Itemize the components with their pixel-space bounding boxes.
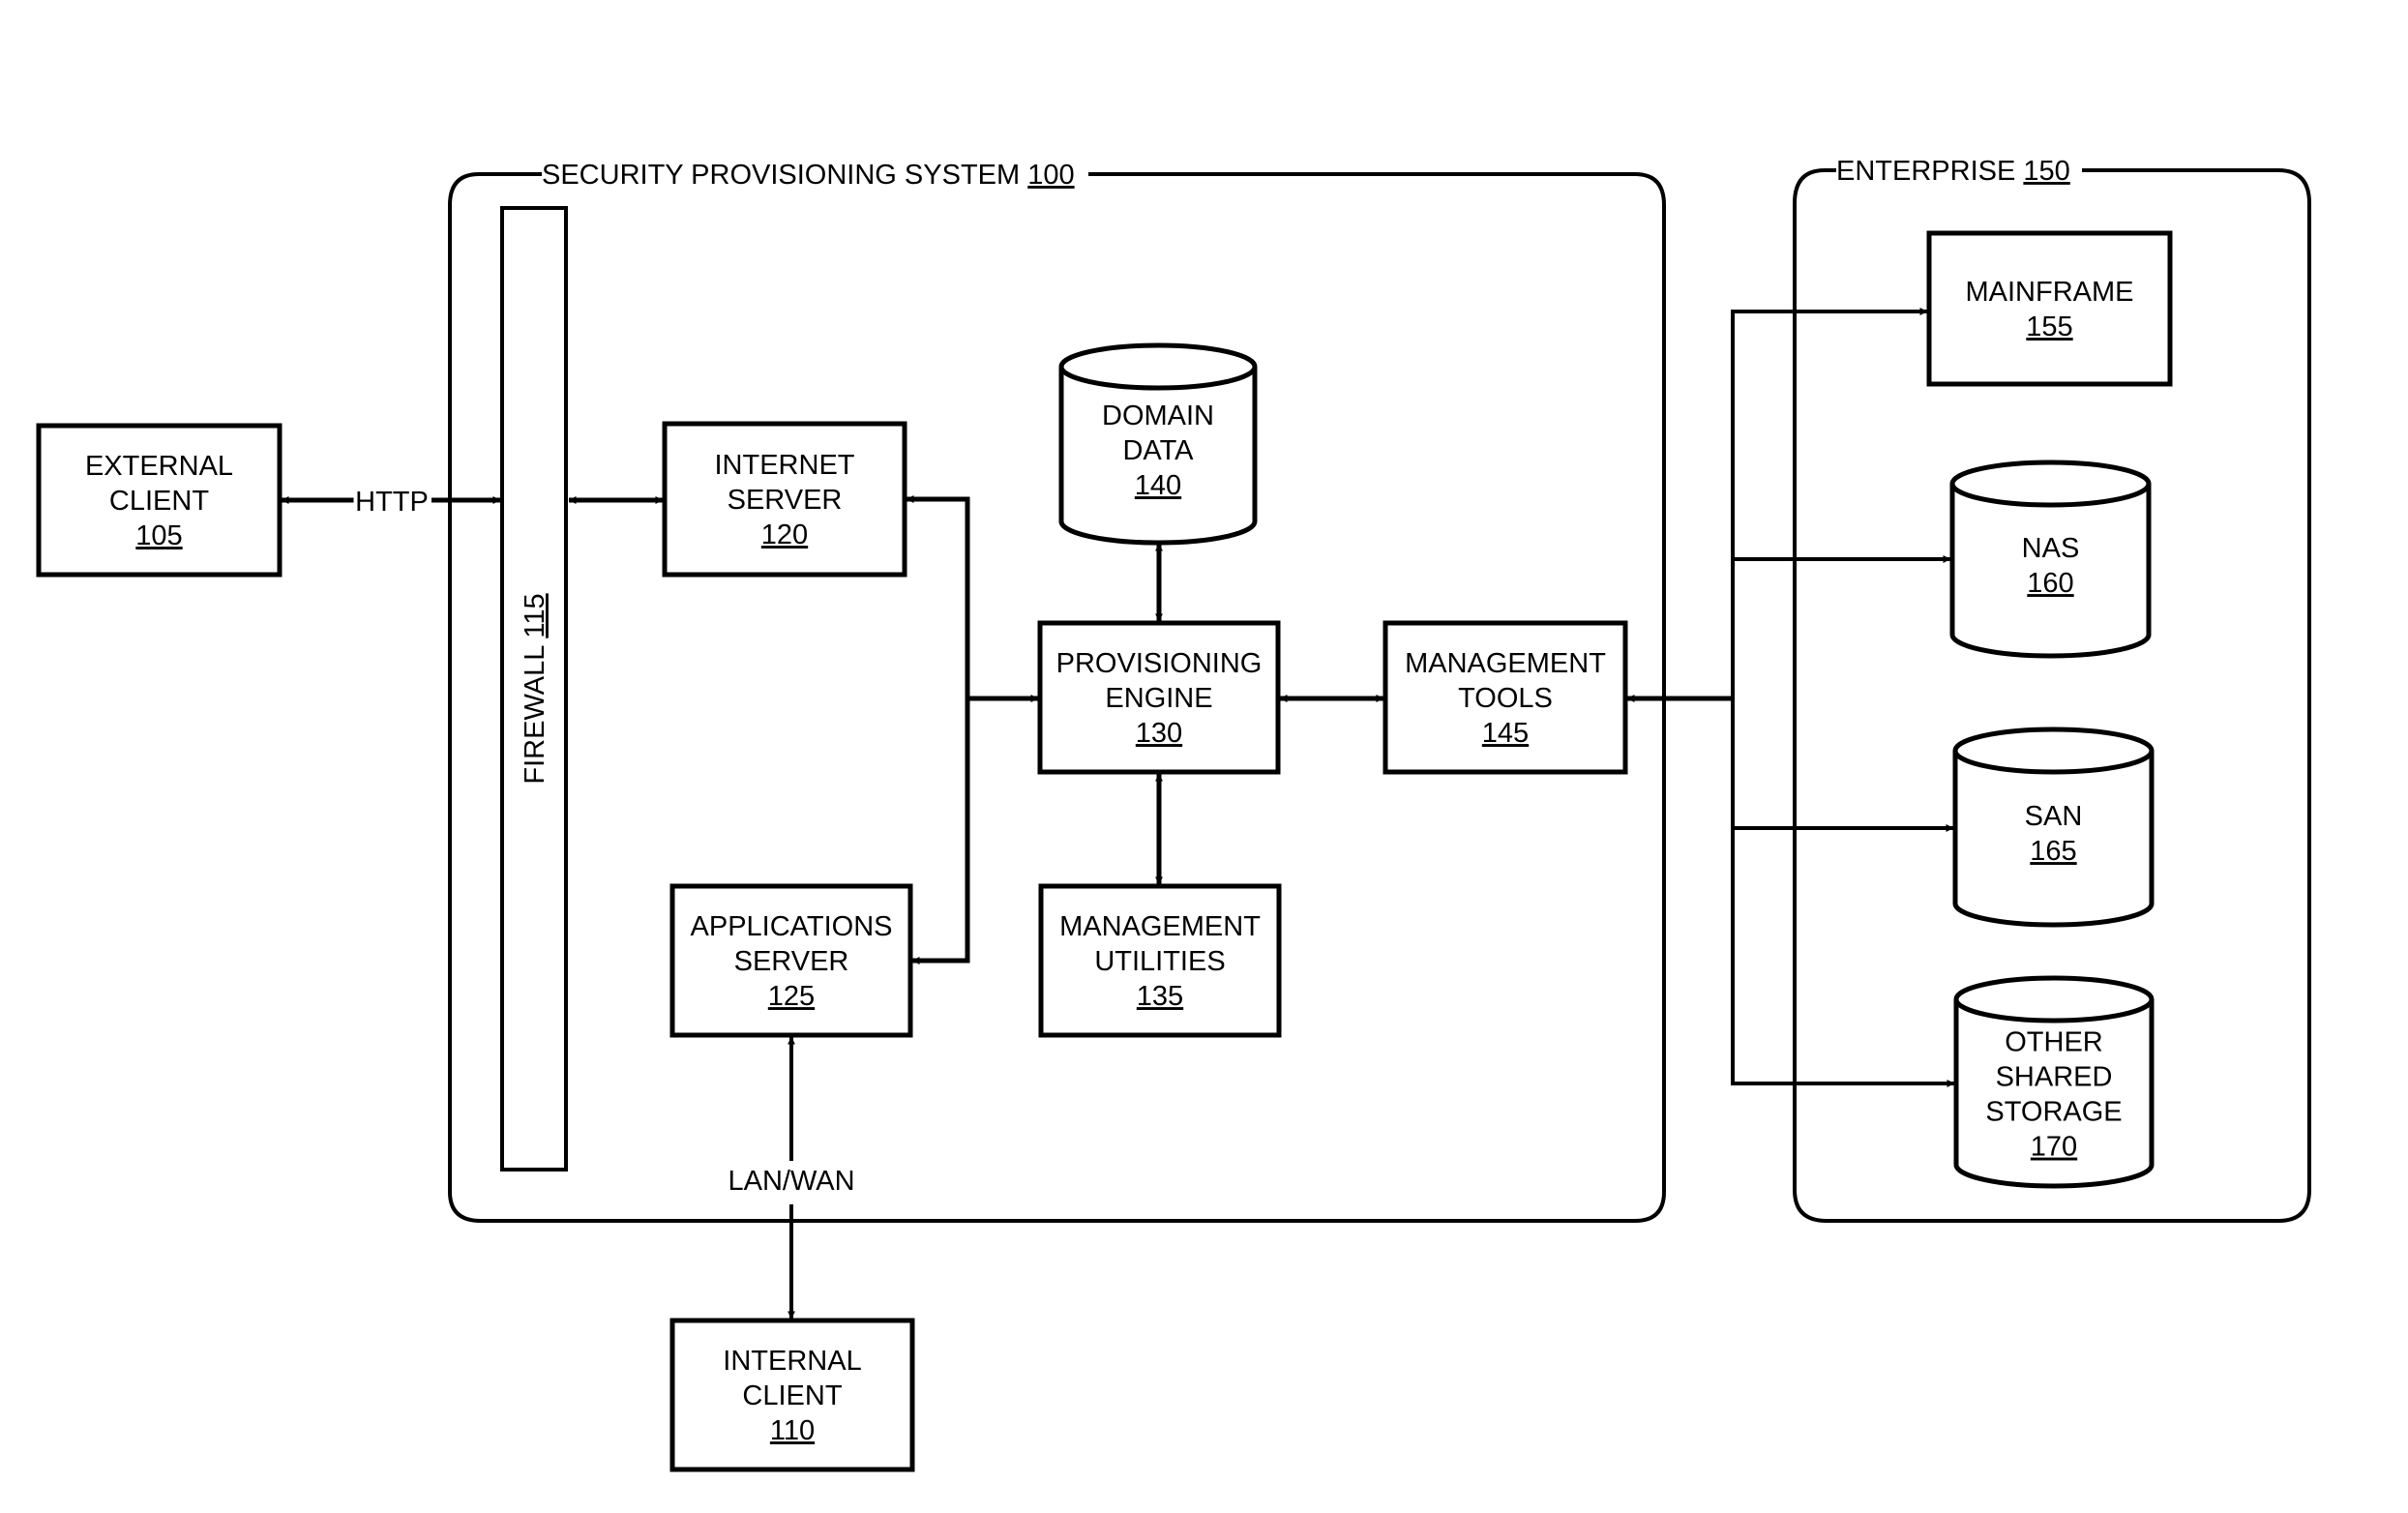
san-label-line: SAN xyxy=(2025,801,2083,832)
domain-data-label-line: DATA xyxy=(1122,435,1194,466)
edge-bus-internet-server xyxy=(906,495,970,698)
provisioning-engine-label-line: PROVISIONING xyxy=(1056,648,1263,679)
external-client-label-line: CLIENT xyxy=(109,486,209,517)
enterprise-bus xyxy=(1731,308,1955,1087)
mainframe-155[interactable]: MAINFRAME 155 xyxy=(1926,230,2173,387)
other-shared-storage-ref: 170 xyxy=(2031,1132,2077,1163)
firewall-label: FIREWALL 115 xyxy=(520,593,550,784)
http-label: HTTP xyxy=(355,487,429,518)
internal-client-110[interactable]: INTERNALCLIENT 110 xyxy=(669,1318,915,1472)
external-client-ref: 105 xyxy=(135,520,182,551)
management-tools-label-line: TOOLS xyxy=(1458,683,1553,714)
internal-client-label-line: CLIENT xyxy=(742,1380,842,1411)
other-shared-storage-label-line: STORAGE xyxy=(1985,1097,2122,1128)
domain-data-140-cylinder[interactable]: DOMAIN DATA 140 xyxy=(1058,342,1258,546)
enterprise-ref: 150 xyxy=(2023,156,2069,187)
provisioning-engine-label-line: ENGINE xyxy=(1105,683,1212,714)
provisioning-engine-130[interactable]: PROVISIONING ENGINE 130 xyxy=(1037,620,1281,775)
edge-bus-applications-server xyxy=(911,698,970,964)
nas-label-line: NAS xyxy=(2022,533,2080,564)
management-utilities-ref: 135 xyxy=(1137,981,1183,1012)
box-outline xyxy=(1926,230,2173,387)
applications-server-ref: 125 xyxy=(768,981,815,1012)
internet-server-120[interactable]: INTERNET SERVER120 xyxy=(662,421,907,578)
nas-160-cylinder[interactable]: NAS 160 xyxy=(1949,460,2152,659)
security-provisioning-system-label: SECURITY PROVISIONING SYSTEM 100 xyxy=(542,160,1075,191)
provisioning-engine-ref: 130 xyxy=(1136,718,1182,749)
nas-ref: 160 xyxy=(2027,568,2073,599)
external-client-105[interactable]: EXTERNAL CLIENT105 xyxy=(36,423,282,578)
other-shared-storage-label-line: SHARED xyxy=(1996,1062,2113,1093)
management-utilities-135[interactable]: MANAGEMENT UTILITIES 135 xyxy=(1038,883,1282,1038)
security-provisioning-system-ref: 100 xyxy=(1027,160,1074,191)
enterprise-label: ENTERPRISE 150 xyxy=(1836,156,2070,187)
lan-wan-label: LAN/WAN xyxy=(728,1166,854,1197)
firewall-115[interactable]: FIREWALL 115 xyxy=(500,206,568,1172)
domain-data-label-line: DOMAIN xyxy=(1102,400,1214,431)
security-provisioning-diagram: SECURITY PROVISIONING SYSTEM 100 ENTERPR… xyxy=(36,156,2311,1472)
other-shared-storage-label-line: OTHER xyxy=(2005,1027,2103,1058)
applications-server-125[interactable]: APPLICATIONS SERVER 125 xyxy=(669,883,913,1038)
internal-client-ref: 110 xyxy=(770,1415,815,1446)
internet-server-label-line: SERVER xyxy=(728,485,843,516)
internet-server-label-line: INTERNET xyxy=(715,450,855,481)
domain-data-ref: 140 xyxy=(1135,470,1181,501)
management-utilities-label-line: UTILITIES xyxy=(1094,946,1225,977)
management-tools-label-line: MANAGEMENT xyxy=(1405,648,1606,679)
internet-server-ref: 120 xyxy=(761,519,808,550)
san-ref: 165 xyxy=(2030,836,2076,867)
applications-server-label-line: APPLICATIONS xyxy=(691,911,893,942)
external-client-label-line: EXTERNAL xyxy=(85,451,233,482)
management-utilities-label-line: MANAGEMENT xyxy=(1059,911,1261,942)
mainframe-ref: 155 xyxy=(2026,312,2072,342)
other-shared-storage-170-cylinder[interactable]: OTHER SHARED STORAGE 170 xyxy=(1953,975,2155,1189)
management-tools-145[interactable]: MANAGEMENT TOOLS 145 xyxy=(1382,620,1628,775)
management-tools-ref: 145 xyxy=(1482,718,1529,749)
mainframe-label-line: MAINFRAME xyxy=(1966,277,2134,308)
san-165-cylinder[interactable]: SAN 165 xyxy=(1952,727,2155,928)
internal-client-label-line: INTERNAL xyxy=(723,1346,861,1377)
applications-server-label-line: SERVER xyxy=(734,946,849,977)
